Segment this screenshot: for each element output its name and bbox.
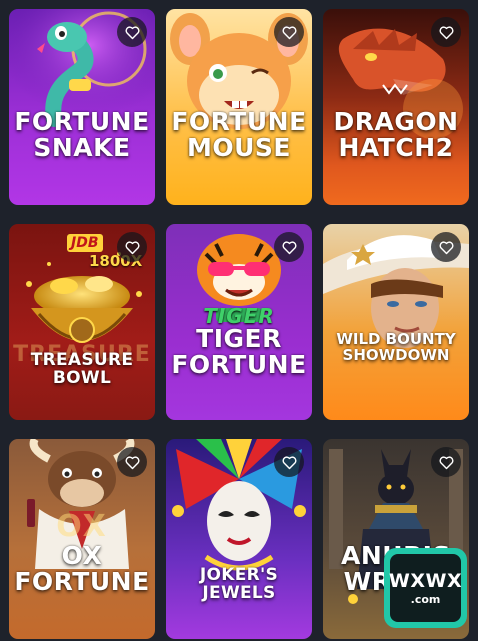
game-tile-tiger-fortune[interactable]: TIGER TIGER FORTUNE	[166, 224, 312, 420]
favorite-button[interactable]	[274, 447, 304, 477]
game-tile-dragon-hatch2[interactable]: DRAGON HATCH2	[323, 9, 469, 205]
game-tile-fortune-mouse[interactable]: FORTUNE MOUSE	[166, 9, 312, 205]
game-title: FORTUNE SNAKE	[14, 107, 150, 163]
favorite-button[interactable]	[117, 447, 147, 477]
favorite-button[interactable]	[274, 232, 304, 262]
favorite-button[interactable]	[431, 232, 461, 262]
heart-outline-icon	[439, 25, 453, 39]
heart-outline-icon	[125, 25, 139, 39]
game-title: TREASURE BOWL	[30, 350, 134, 388]
heart-outline-icon	[439, 455, 453, 469]
game-grid: FORTUNE SNAKE FORTUNE MOUSE DRAGON HATCH…	[9, 9, 469, 639]
game-tile-wild-bounty-showdown[interactable]: WILD BOUNTY SHOWDOWN	[323, 224, 469, 420]
game-title: FORTUNE MOUSE	[171, 107, 307, 163]
site-logo[interactable]: WXWX .com	[384, 548, 467, 628]
game-title: DRAGON HATCH2	[333, 107, 459, 163]
ghost-title: OX	[56, 509, 108, 544]
favorite-button[interactable]	[117, 17, 147, 47]
game-title: WILD BOUNTY SHOWDOWN	[336, 330, 456, 364]
game-title: OX FORTUNE	[14, 541, 150, 597]
favorite-button[interactable]	[431, 447, 461, 477]
game-tile-fortune-snake[interactable]: FORTUNE SNAKE	[9, 9, 155, 205]
favorite-button[interactable]	[274, 17, 304, 47]
site-logo-main-text: WXWX	[388, 570, 463, 592]
heart-outline-icon	[125, 240, 139, 254]
game-title: JOKER'S JEWELS	[199, 565, 279, 603]
game-title: TIGER FORTUNE	[171, 324, 307, 380]
heart-outline-icon	[439, 240, 453, 254]
game-tile-ox-fortune[interactable]: OX OX FORTUNE	[9, 439, 155, 639]
heart-outline-icon	[282, 25, 296, 39]
heart-outline-icon	[282, 455, 296, 469]
provider-badge: JDB	[67, 234, 103, 252]
game-tile-treasure-bowl[interactable]: JDB 1800X TREASURE TREASURE BOWL	[9, 224, 155, 420]
favorite-button[interactable]	[431, 17, 461, 47]
heart-outline-icon	[125, 455, 139, 469]
favorite-button[interactable]	[117, 232, 147, 262]
game-tile-jokers-jewels[interactable]: JOKER'S JEWELS	[166, 439, 312, 639]
heart-outline-icon	[282, 240, 296, 254]
site-logo-inner: WXWX .com	[388, 554, 463, 622]
site-logo-domain-text: .com	[410, 593, 441, 606]
